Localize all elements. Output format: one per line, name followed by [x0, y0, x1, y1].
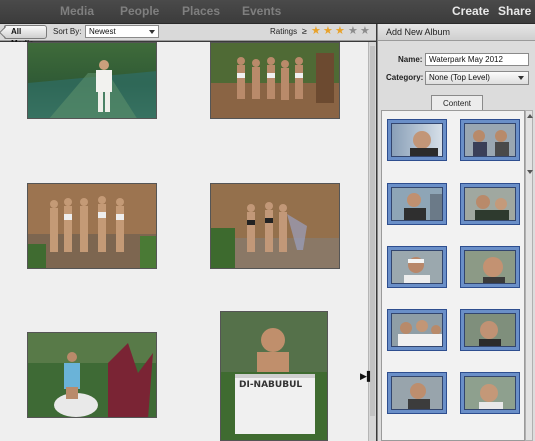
photo-barrel-garden: [28, 333, 156, 417]
content-thumbnail[interactable]: [460, 183, 520, 225]
category-select[interactable]: None (Top Level): [425, 71, 529, 85]
category-label: Category:: [386, 73, 424, 82]
create-button[interactable]: Create: [452, 4, 489, 18]
photo: [391, 187, 443, 221]
media-thumbnail[interactable]: [27, 42, 157, 119]
sort-select-value: Newest: [89, 27, 116, 36]
photo: [391, 250, 443, 284]
tab-media[interactable]: Media: [60, 4, 94, 18]
name-label: Name:: [398, 55, 423, 64]
content-thumbnail[interactable]: [387, 309, 447, 351]
add-album-panel: Add New Album Name: Waterpark May 2012 C…: [377, 24, 535, 441]
photo: [464, 187, 516, 221]
chevron-down-icon: [149, 30, 155, 34]
organizer-window: Media People Places Events Create Share …: [0, 0, 535, 441]
rating-star-4[interactable]: ★: [348, 25, 358, 37]
photo-rocks-group: [28, 184, 156, 268]
photo: [391, 123, 443, 157]
share-button[interactable]: Share: [498, 4, 531, 18]
media-toolbar: All Media Sort By: Newest Ratings ≥ ★ ★ …: [0, 24, 376, 48]
media-thumbnail[interactable]: [210, 183, 340, 269]
photo-rocks-posing: [211, 184, 339, 268]
rating-star-2[interactable]: ★: [323, 25, 333, 37]
chevron-up-icon[interactable]: [527, 114, 533, 118]
rating-star-3[interactable]: ★: [335, 25, 345, 37]
album-name-input[interactable]: Waterpark May 2012: [425, 53, 529, 66]
content-scrollbar[interactable]: [525, 110, 533, 441]
sort-by-label: Sort By:: [53, 27, 82, 36]
media-thumbnail[interactable]: [27, 332, 157, 418]
category-select-value: None (Top Level): [429, 73, 490, 82]
content-thumbnail[interactable]: [460, 119, 520, 161]
svg-text:DI-NABUBUL: DI-NABUBUL: [239, 380, 302, 390]
scrollbar-thumb[interactable]: [370, 46, 375, 416]
content-thumbnail[interactable]: [460, 246, 520, 288]
chevron-down-icon: [518, 76, 524, 80]
content-thumbnail[interactable]: [387, 246, 447, 288]
photo-walkway: [28, 60, 156, 118]
ratings-operator[interactable]: ≥: [302, 26, 307, 36]
tab-people[interactable]: People: [120, 4, 159, 18]
tab-content[interactable]: Content: [431, 95, 483, 111]
photo: [391, 313, 443, 347]
tab-places[interactable]: Places: [182, 4, 220, 18]
photo: [464, 313, 516, 347]
content-thumbnail[interactable]: [387, 372, 447, 414]
chevron-down-icon[interactable]: [527, 170, 533, 174]
content-thumbnail[interactable]: [387, 119, 447, 161]
photo: [391, 376, 443, 410]
rating-star-5[interactable]: ★: [360, 25, 370, 37]
media-thumbnail[interactable]: [27, 183, 157, 269]
tab-events[interactable]: Events: [242, 4, 281, 18]
content-thumbnail[interactable]: [387, 183, 447, 225]
sort-select[interactable]: Newest: [85, 25, 159, 38]
media-thumbnail[interactable]: DI-NABUBUL: [220, 311, 328, 441]
photo: [464, 376, 516, 410]
panel-title: Add New Album: [378, 24, 535, 41]
ratings-label: Ratings: [270, 27, 298, 36]
all-media-button[interactable]: All Media: [4, 25, 47, 48]
content-thumbnail[interactable]: [460, 309, 520, 351]
content-well: [381, 110, 525, 441]
photo: [464, 250, 516, 284]
media-thumbnail[interactable]: [210, 42, 340, 119]
photo-group-pool: [211, 43, 339, 118]
collapse-panel-icon[interactable]: ▶▌: [360, 371, 373, 382]
photo: [464, 123, 516, 157]
rating-star-1[interactable]: ★: [311, 25, 321, 37]
content-thumbnail[interactable]: [460, 372, 520, 414]
photo-nabubul-barrel: DI-NABUBUL: [221, 312, 327, 440]
top-nav-bar: Media People Places Events Create Share: [0, 0, 535, 24]
media-grid: DI-NABUBUL: [0, 42, 368, 441]
